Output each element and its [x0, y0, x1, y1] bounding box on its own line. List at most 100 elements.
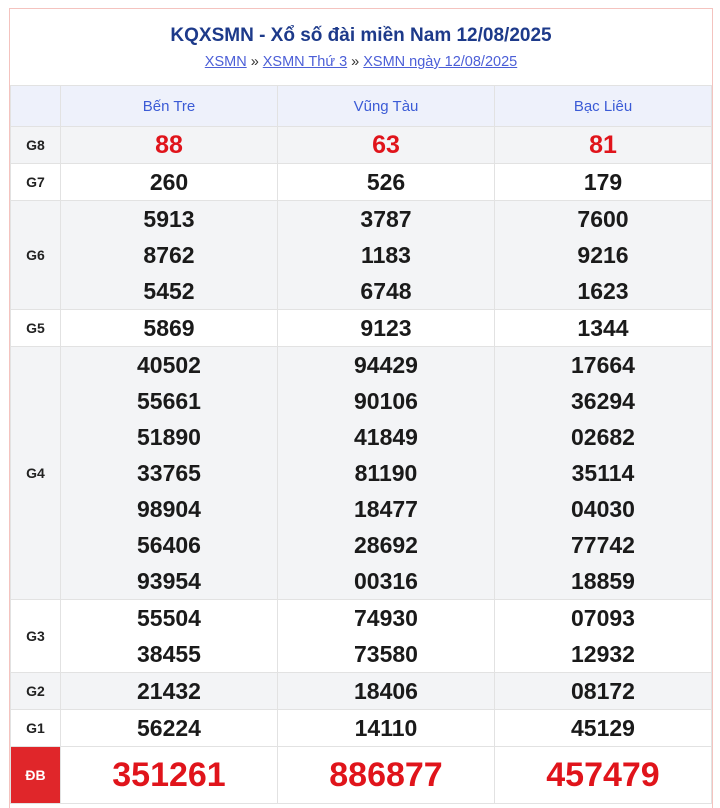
prize-number: 73580: [354, 641, 418, 667]
prize-number: 88: [155, 131, 183, 159]
results-panel: KQXSMN - Xổ số đài miền Nam 12/08/2025 X…: [9, 8, 713, 808]
prize-number: 5913: [143, 206, 195, 232]
prize-number: 35114: [571, 460, 635, 486]
prize-label: G4: [10, 346, 61, 600]
prize-number: 08172: [571, 678, 635, 704]
prize-cell: 55504 38455: [60, 599, 278, 673]
prize-number: 18477: [354, 496, 418, 522]
breadcrumb-link-xsmn[interactable]: XSMN: [205, 54, 247, 70]
prize-number: 8762: [143, 242, 195, 268]
prize-number: 63: [372, 131, 400, 159]
special-prize-number: 457479: [546, 756, 660, 794]
prize-number: 45129: [571, 715, 635, 741]
prize-number: 38455: [137, 641, 201, 667]
corner-cell: [10, 85, 61, 127]
prize-row-g6: G6 5913 8762 5452 3787 1183 6748 7600 9216 1623: [10, 200, 712, 310]
prize-row-g8: G8 88 63 81: [10, 126, 712, 164]
prize-label: G8: [10, 126, 61, 164]
prize-cell: 08172: [494, 672, 712, 710]
breadcrumb-separator: »: [250, 54, 259, 70]
prize-number: 90106: [354, 388, 418, 414]
breadcrumb-separator: »: [351, 54, 360, 70]
prize-cell: 17664 36294 02682 35114 04030 77742 18859: [494, 346, 712, 600]
prize-cell: 45129: [494, 709, 712, 747]
prize-number: 5452: [143, 278, 195, 304]
prize-row-đb: ĐB 351261 886877 457479: [10, 746, 712, 804]
prize-number: 33765: [137, 460, 201, 486]
prize-number: 1344: [577, 315, 629, 341]
prize-number: 28692: [354, 532, 418, 558]
prize-cell: 18406: [277, 672, 495, 710]
prize-number: 55504: [137, 605, 201, 631]
prize-cell: 88: [60, 126, 278, 164]
prize-row-g7: G7 260 526 179: [10, 163, 712, 201]
prize-cell: 5869: [60, 309, 278, 347]
special-prize-number: 886877: [329, 756, 443, 794]
prize-number: 3787: [360, 206, 412, 232]
prize-label: G7: [10, 163, 61, 201]
prize-number: 81190: [354, 460, 418, 486]
prize-number: 94429: [354, 352, 418, 378]
prize-number: 55661: [137, 388, 201, 414]
prize-number: 12932: [571, 641, 635, 667]
results-header: KQXSMN - Xổ số đài miền Nam 12/08/2025 X…: [10, 9, 712, 85]
prize-number: 9216: [577, 242, 629, 268]
prize-number: 7600: [577, 206, 629, 232]
prize-cell: 21432: [60, 672, 278, 710]
results-table: Bến Tre Vũng Tàu Bạc Liêu G8 88 63 81 G7 260 5…: [10, 85, 712, 804]
prize-number: 77742: [571, 532, 635, 558]
prize-number: 36294: [571, 388, 635, 414]
prize-number: 14110: [354, 715, 418, 741]
breadcrumb-link-xsmn-thu3[interactable]: XSMN Thứ 3: [263, 54, 347, 70]
prize-number: 40502: [137, 352, 201, 378]
prize-cell: 260: [60, 163, 278, 201]
prize-label: G2: [10, 672, 61, 710]
breadcrumb-link-xsmn-date[interactable]: XSMN ngày 12/08/2025: [363, 54, 517, 70]
prize-number: 56406: [137, 532, 201, 558]
prize-number: 526: [366, 169, 406, 195]
prize-cell: 40502 55661 51890 33765 98904 56406 93954: [60, 346, 278, 600]
prize-row-g1: G1 56224 14110 45129: [10, 709, 712, 747]
prize-number: 21432: [137, 678, 201, 704]
prize-number: 74930: [354, 605, 418, 631]
prize-number: 179: [583, 169, 623, 195]
prize-number: 07093: [571, 605, 635, 631]
prize-number: 00316: [354, 568, 418, 594]
prize-number: 260: [149, 169, 189, 195]
prize-number: 18859: [571, 568, 635, 594]
prize-number: 9123: [360, 315, 412, 341]
prize-number: 6748: [360, 278, 412, 304]
province-vung-tau[interactable]: Vũng Tàu: [277, 85, 495, 127]
prize-number: 51890: [137, 424, 201, 450]
prize-cell: 63: [277, 126, 495, 164]
prize-number: 93954: [137, 568, 201, 594]
prize-label: G6: [10, 200, 61, 310]
prize-label: G1: [10, 709, 61, 747]
prize-row-g3: G3 55504 38455 74930 73580 07093 12932: [10, 599, 712, 673]
prize-number: 98904: [137, 496, 201, 522]
prize-cell: 14110: [277, 709, 495, 747]
page-title: KQXSMN - Xổ số đài miền Nam 12/08/2025: [170, 25, 552, 46]
province-ben-tre[interactable]: Bến Tre: [60, 85, 278, 127]
prize-number: 56224: [137, 715, 201, 741]
prize-cell: 1344: [494, 309, 712, 347]
province-bac-lieu[interactable]: Bạc Liêu: [494, 85, 712, 127]
prize-cell: 81: [494, 126, 712, 164]
prize-cell: 5913 8762 5452: [60, 200, 278, 310]
prize-cell: 526: [277, 163, 495, 201]
prize-label: G3: [10, 599, 61, 673]
prize-cell: 9123: [277, 309, 495, 347]
prize-row-g5: G5 5869 9123 1344: [10, 309, 712, 347]
province-header-row: Bến Tre Vũng Tàu Bạc Liêu: [10, 85, 712, 127]
prize-row-g2: G2 21432 18406 08172: [10, 672, 712, 710]
prize-number: 02682: [571, 424, 635, 450]
prize-cell: 886877: [277, 746, 495, 804]
prize-cell: 179: [494, 163, 712, 201]
prize-number: 1183: [361, 242, 411, 268]
prize-cell: 351261: [60, 746, 278, 804]
prize-number: 81: [589, 131, 617, 159]
prize-number: 04030: [571, 496, 635, 522]
prize-number: 1623: [577, 278, 629, 304]
prize-cell: 3787 1183 6748: [277, 200, 495, 310]
prize-cell: 74930 73580: [277, 599, 495, 673]
